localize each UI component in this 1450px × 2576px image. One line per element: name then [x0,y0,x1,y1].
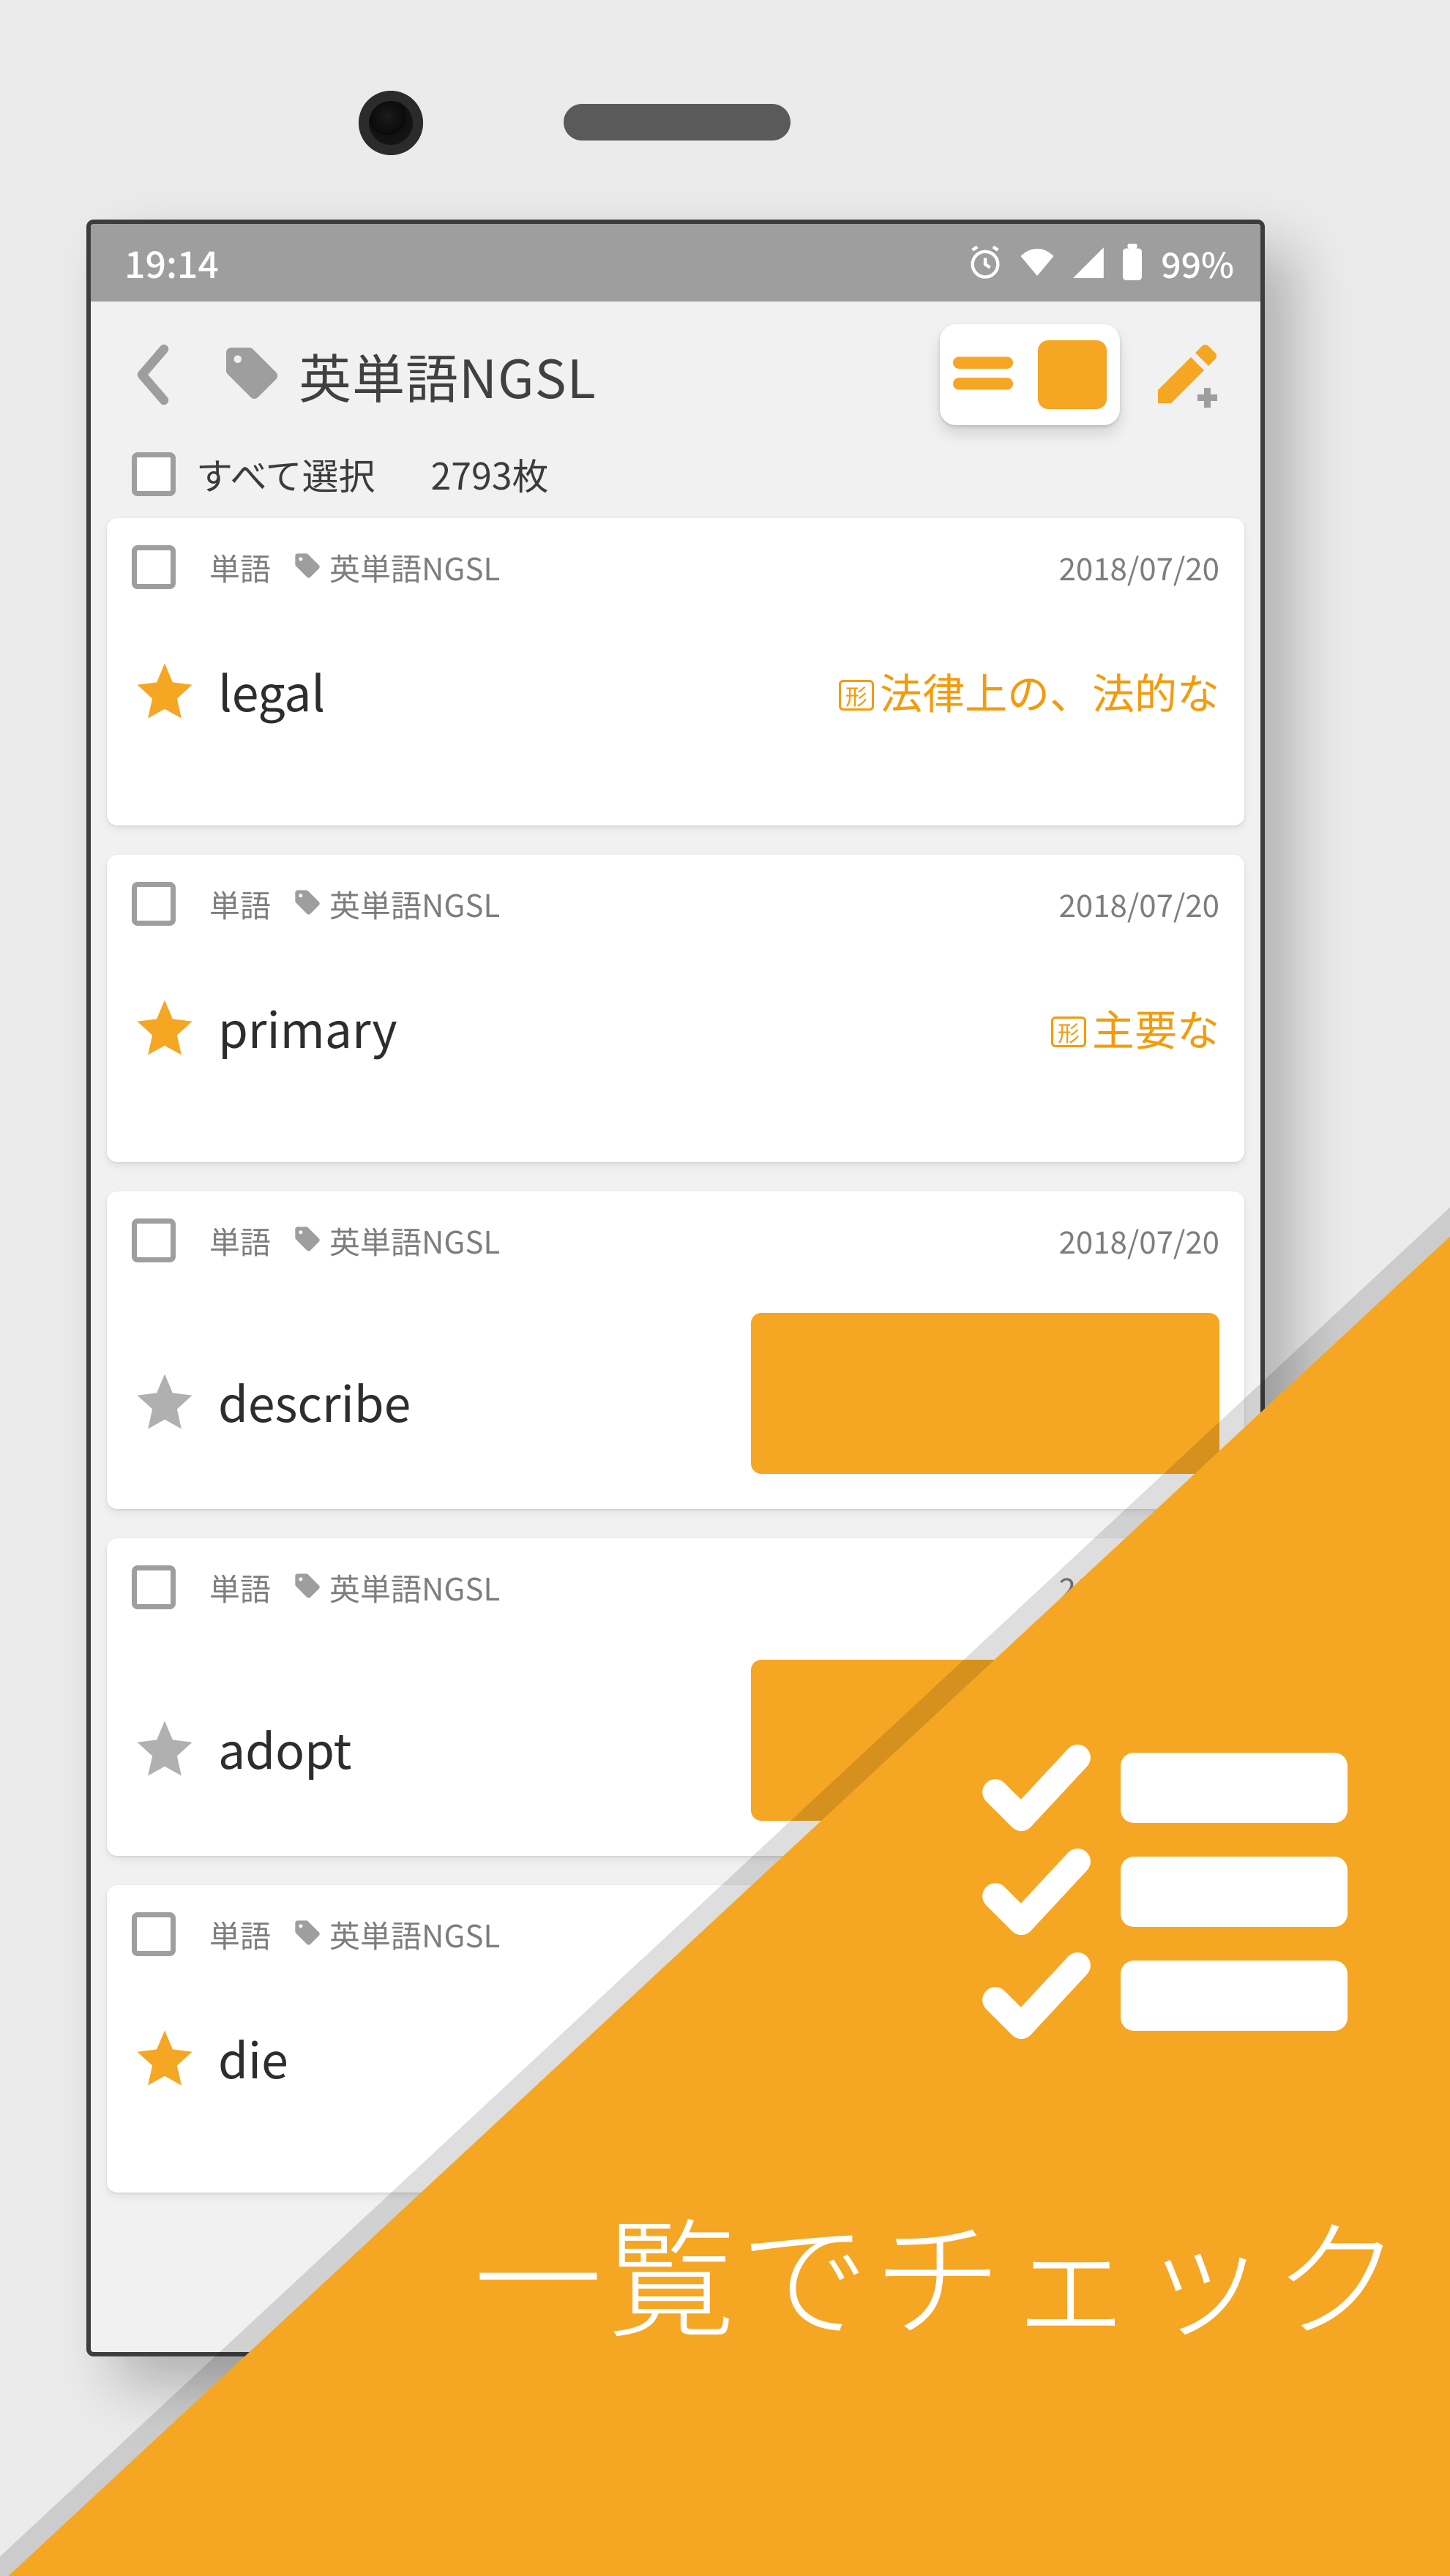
card-checkbox[interactable] [132,882,176,926]
card-body: describe [132,1329,1219,1474]
card-checkbox[interactable] [132,545,176,589]
card-body: adopt [132,1676,1219,1821]
app-header: 英単語NGSL [91,302,1260,441]
card-tag-label: 英単語NGSL [329,1218,500,1263]
cell-signal-icon [1070,244,1107,281]
battery-percent: 99% [1161,237,1234,288]
compose-button[interactable] [1146,334,1227,415]
star-icon[interactable] [132,995,198,1060]
card-checkbox[interactable] [132,1565,176,1609]
card-meaning: 形法律上の、法的な [839,660,1219,722]
hidden-meaning[interactable] [751,1660,1219,1821]
card-meta-row: 単語 英単語NGSL 2018/07/20 [132,1559,1219,1616]
status-time: 19:14 [124,236,219,289]
card-tag: 英単語NGSL [293,545,500,590]
card-body: legal 形法律上の、法的な [132,656,1219,726]
card-word: legal [218,656,555,726]
card-count: 2793枚 [431,448,549,501]
card-date: 2018/07/20 [1059,1912,1219,1957]
card-meta-row: 単語 英単語NGSL 2018/07/20 [132,1212,1219,1269]
card-category: 単語 [209,1912,271,1957]
card-checkbox[interactable] [132,1218,176,1262]
page-title: 英単語NGSL [299,337,597,413]
view-toggle[interactable] [940,324,1120,425]
card-checkbox[interactable] [132,1912,176,1956]
back-button[interactable] [120,342,186,408]
status-bar: 19:14 99% [91,224,1260,302]
alarm-icon [966,244,1004,282]
star-icon[interactable] [132,1715,198,1781]
pos-badge: 形 [839,680,874,711]
flashcard[interactable]: 単語 英単語NGSL 2018/07/20 legal 形法律上の、法的な [107,518,1244,825]
card-meaning: 形主要な [1051,997,1219,1058]
wifi-icon [1017,243,1057,282]
star-icon[interactable] [132,1368,198,1434]
meaning-text: 主要な [1092,997,1219,1058]
battery-icon [1120,244,1145,282]
card-category: 単語 [209,1218,271,1263]
card-list: 単語英単語NGSL2018/07/20legal形法律上の、法的な単語英単語NG… [91,518,1260,2193]
select-all-row: すべて選択 2793枚 [91,441,1260,518]
tag-icon [293,1565,322,1610]
card-tag: 英単語NGSL [293,882,500,926]
card-date: 2018/07/20 [1059,1218,1219,1263]
card-date: 2018/07/20 [1059,545,1219,590]
tag-icon [221,342,283,408]
card-tag: 英単語NGSL [293,1912,500,1957]
card-category: 単語 [209,1565,271,1610]
select-all-label: すべて選択 [196,448,375,501]
card-word: primary [218,992,555,1063]
card-category: 単語 [209,882,271,926]
flashcard[interactable]: 単語 英単語NGSL 2018/07/20 die [107,1885,1244,2193]
card-tag-label: 英単語NGSL [329,1565,500,1610]
card-body: die [132,2023,1219,2093]
star-icon[interactable] [132,658,198,724]
star-icon[interactable] [132,2025,198,2091]
card-date: 2018/07/20 [1059,882,1219,926]
select-all-checkbox[interactable] [132,452,176,496]
card-tag: 英単語NGSL [293,1565,500,1610]
card-date: 2018/07/20 [1059,1565,1219,1610]
flashcard[interactable]: 単語 英単語NGSL 2018/07/20 primary 形主要な [107,855,1244,1162]
card-tag-label: 英単語NGSL [329,1912,500,1957]
card-tag-label: 英単語NGSL [329,882,500,926]
meaning-text: 法律上の、法的な [880,660,1219,722]
tag-icon [293,1912,322,1957]
card-body: primary 形主要な [132,992,1219,1063]
card-tag: 英単語NGSL [293,1218,500,1263]
tag-icon [293,1218,322,1263]
card-tag-label: 英単語NGSL [329,545,500,590]
device-camera [359,91,423,155]
list-view-icon [953,350,1013,400]
card-meta-row: 単語 英単語NGSL 2018/07/20 [132,875,1219,932]
card-meta-row: 単語 英単語NGSL 2018/07/20 [132,539,1219,596]
card-meta-row: 単語 英単語NGSL 2018/07/20 [132,1906,1219,1963]
hidden-meaning[interactable] [751,1313,1219,1474]
tag-icon [293,882,322,926]
card-category: 単語 [209,545,271,590]
tag-icon [293,545,322,590]
device-speaker [564,104,791,141]
card-word: adopt [218,1713,555,1783]
phone-screen: 19:14 99% [86,220,1265,2356]
card-word: die [218,2023,555,2093]
flashcard[interactable]: 単語 英単語NGSL 2018/07/20 adopt [107,1538,1244,1856]
flashcard[interactable]: 単語 英単語NGSL 2018/07/20 describe [107,1191,1244,1509]
card-view-icon [1038,340,1107,409]
card-word: describe [218,1366,555,1437]
pos-badge: 形 [1051,1016,1086,1047]
